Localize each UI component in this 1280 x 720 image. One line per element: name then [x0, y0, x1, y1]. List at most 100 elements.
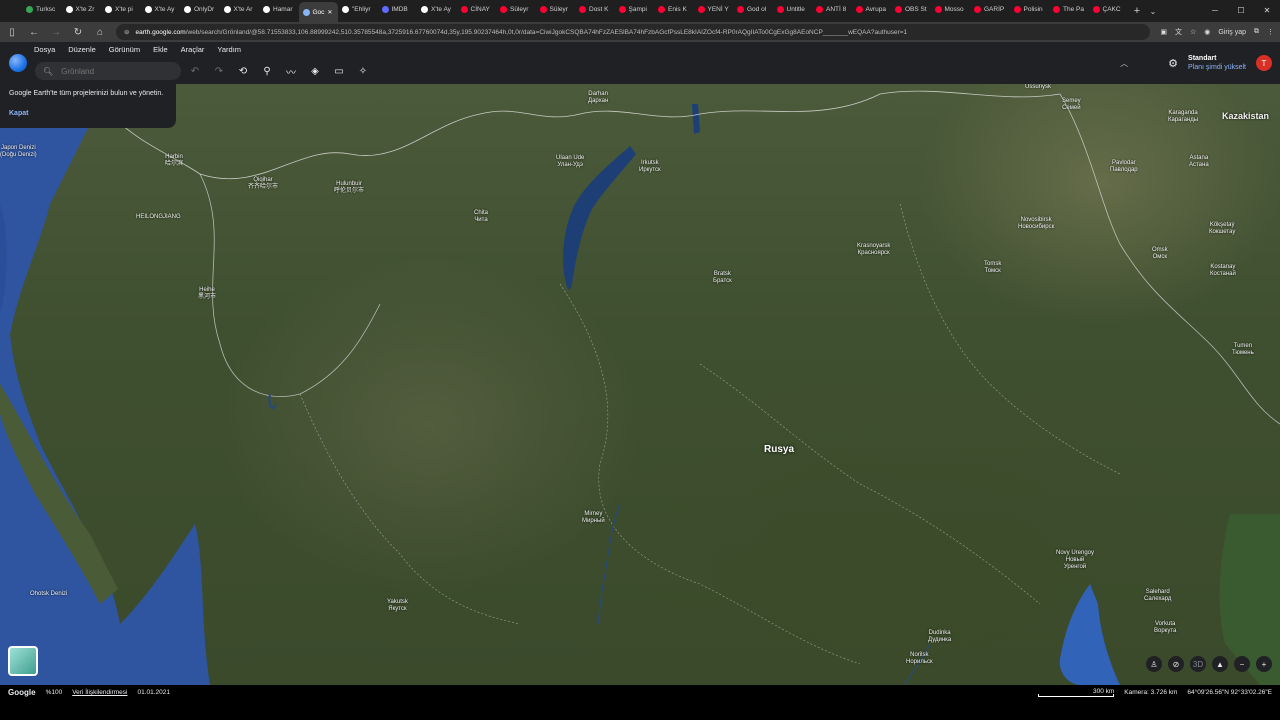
home-icon[interactable]: ⌂	[94, 27, 106, 38]
close-window-icon[interactable]: ✕	[1254, 0, 1280, 22]
forward-icon[interactable]: →	[50, 27, 62, 38]
browser-tab[interactable]: Mosso	[931, 0, 971, 18]
menu-item[interactable]: Düzenle	[68, 45, 96, 54]
browser-tab[interactable]: ÇAKC	[1089, 0, 1129, 18]
place-label[interactable]: Harbin 哈尔滨	[165, 154, 183, 168]
place-label[interactable]: Pavlodar Павлодар	[1110, 160, 1138, 174]
sidebar-icon[interactable]: ▯	[6, 27, 18, 38]
place-label[interactable]: Astana Астана	[1189, 155, 1209, 169]
place-label[interactable]: Novosibirsk Новосибирск	[1018, 217, 1054, 231]
place-label[interactable]: Tomsk Томск	[984, 261, 1001, 275]
place-label[interactable]: Irkutsk Иркутск	[639, 160, 661, 174]
browser-tab[interactable]: Polisin	[1010, 0, 1050, 18]
place-label[interactable]: Krasnoyarsk Красноярск	[857, 243, 890, 257]
place-label[interactable]: Mirney Мирный	[582, 511, 605, 525]
place-label[interactable]: Ohotsk Denizi	[30, 591, 67, 598]
history-icon[interactable]: ⟲	[236, 64, 250, 78]
tab-search-chevron-icon[interactable]: ⌄	[1146, 7, 1160, 16]
place-label[interactable]: Qiqihar 齐齐哈尔市	[248, 177, 278, 191]
sign-in-label[interactable]: Giriş yap	[1218, 29, 1246, 36]
place-label[interactable]: Omsk Омск	[1152, 247, 1168, 261]
browser-tab[interactable]: Süleyr	[536, 0, 576, 18]
collapse-chevron-icon[interactable]: ︿	[1120, 58, 1128, 69]
browser-tab[interactable]: YENİ Y	[694, 0, 734, 18]
menu-item[interactable]: Ekle	[153, 45, 168, 54]
search-input[interactable]	[61, 66, 172, 76]
translate-icon[interactable]: 文	[1175, 27, 1182, 37]
zoom-in-icon[interactable]: +	[1256, 656, 1272, 672]
browser-tab[interactable]: Avrupa	[852, 0, 892, 18]
place-label[interactable]: Semey Семей	[1062, 98, 1081, 112]
bookmark-star-icon[interactable]: ☆	[1190, 28, 1196, 36]
place-label[interactable]: Heihe 黑河市	[198, 287, 216, 301]
browser-tab[interactable]: ANTİ 8	[812, 0, 852, 18]
place-label[interactable]: Japon Denizi (Doğu Denizi)	[0, 145, 37, 159]
browser-tab[interactable]: "Ehliyr	[338, 0, 378, 18]
place-label[interactable]: Norilsk Норильск	[906, 652, 933, 666]
browser-tab[interactable]: GARİP	[970, 0, 1010, 18]
reload-icon[interactable]: ↻	[72, 27, 84, 38]
browser-tab[interactable]: OBS St	[891, 0, 931, 18]
redo-icon[interactable]: ↷	[212, 64, 226, 78]
compass-icon[interactable]: ▲	[1212, 656, 1228, 672]
url-field[interactable]: ⊜ earth.google.com/web/search/Grönland/@…	[116, 24, 1151, 40]
browser-tab[interactable]: Şampi	[615, 0, 655, 18]
place-label[interactable]: Karaganda Караганды	[1168, 110, 1198, 124]
add-layer-icon[interactable]: ◈	[308, 64, 322, 78]
browser-tab[interactable]: IMDB	[378, 0, 418, 18]
browser-menu-icon[interactable]: ⋮	[1267, 28, 1274, 36]
back-icon[interactable]: ←	[28, 27, 40, 38]
browser-tab[interactable]: Goc ✕	[298, 2, 338, 22]
upgrade-link[interactable]: Planı şimdi yükselt	[1188, 63, 1246, 72]
place-label[interactable]: Novy Urengoy Новый Уренгой	[1056, 550, 1094, 571]
place-label[interactable]: Kökşetaý Кокшетау	[1209, 222, 1235, 236]
browser-tab[interactable]: CİNAY	[457, 0, 497, 18]
place-label[interactable]: Tumen Тюмень	[1232, 343, 1254, 357]
browser-tab[interactable]: Enis K	[654, 0, 694, 18]
place-label[interactable]: Ulaan Ude Улан-Удэ	[556, 155, 584, 169]
settings-gear-icon[interactable]: ⚙	[1168, 57, 1178, 70]
tab-close-icon[interactable]: ✕	[327, 9, 332, 16]
place-label[interactable]: Yakutsk Якутск	[387, 599, 408, 613]
browser-tab[interactable]: Untitle	[773, 0, 813, 18]
browser-tab[interactable]: Turksc	[22, 0, 62, 18]
undo-icon[interactable]: ↶	[188, 64, 202, 78]
browser-tab[interactable]: OnlyDr	[180, 0, 220, 18]
minimize-icon[interactable]: ─	[1202, 0, 1228, 22]
profile-icon[interactable]: ◉	[1204, 28, 1210, 36]
place-label[interactable]: Bratsk Братск	[713, 271, 732, 285]
zoom-out-icon[interactable]: −	[1234, 656, 1250, 672]
3d-toggle[interactable]: 3D	[1190, 656, 1206, 672]
install-app-icon[interactable]: ▣	[1160, 28, 1167, 36]
map-style-thumbnail[interactable]	[8, 646, 38, 676]
place-label[interactable]: Vorkuta Воркута	[1154, 621, 1176, 635]
place-label[interactable]: Darhan Дархан	[588, 91, 608, 105]
map-view[interactable]: Darhan Дархан Irkutsk Иркутск Ulaan Ude Ул…	[0, 84, 1280, 685]
browser-tab[interactable]: God ol	[733, 0, 773, 18]
place-label[interactable]: Chita Чита	[474, 210, 488, 224]
browser-tab[interactable]: Süleyr	[496, 0, 536, 18]
country-place-label[interactable]: Kazakistan	[1222, 111, 1269, 121]
place-label[interactable]: Salehard Салехард	[1144, 589, 1171, 603]
satellite-icon[interactable]: ✧	[356, 64, 370, 78]
data-attribution-link[interactable]: Veri İlişkilendirmesi	[72, 689, 127, 696]
avatar[interactable]: T	[1256, 55, 1272, 71]
add-placemark-icon[interactable]: ⚲	[260, 64, 274, 78]
place-label[interactable]: Dudinka Дудинка	[928, 630, 951, 644]
browser-tab[interactable]: X'te Zr	[62, 0, 102, 18]
browser-tab[interactable]: X'te Ay	[417, 0, 457, 18]
extensions-icon[interactable]: ⧉	[1254, 28, 1259, 36]
pegman-icon[interactable]: ♙	[1146, 656, 1162, 672]
measure-icon[interactable]: ▭	[332, 64, 346, 78]
place-label[interactable]: Kostanay Костанай	[1210, 264, 1236, 278]
place-label[interactable]: Hulunbuir 呼伦贝尔市	[334, 181, 364, 195]
browser-tab[interactable]: Hamar	[259, 0, 299, 18]
earth-logo-icon[interactable]	[9, 54, 27, 72]
menu-item[interactable]: Yardım	[217, 45, 241, 54]
browser-tab[interactable]: The Pa	[1049, 0, 1089, 18]
search-box[interactable]: 🔍︎	[35, 62, 181, 80]
add-path-icon[interactable]: 〰	[284, 64, 298, 79]
site-info-icon[interactable]: ⊜	[124, 28, 129, 36]
browser-tab[interactable]: X'te pi	[101, 0, 141, 18]
place-label[interactable]: Ussuriysk	[1025, 84, 1051, 91]
